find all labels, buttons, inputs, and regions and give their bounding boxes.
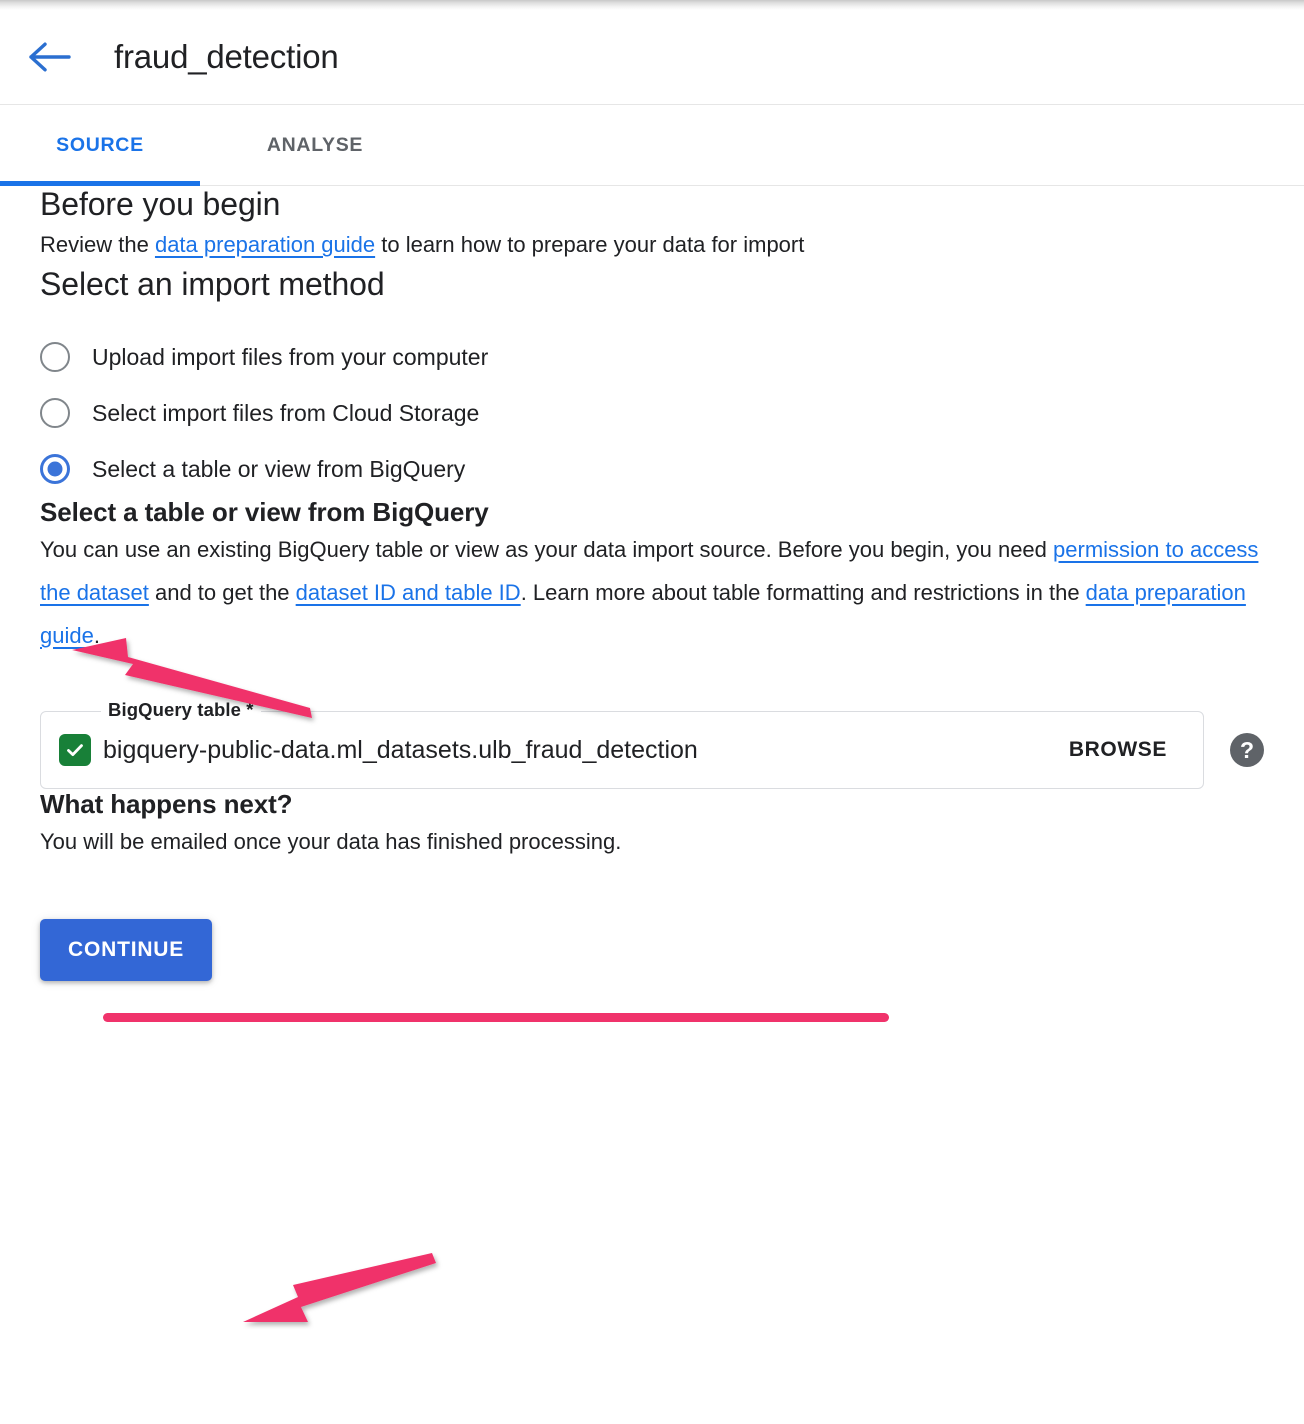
radio-label-bigquery-table: Select a table or view from BigQuery [92,455,466,482]
import-method-radio-group: Upload import files from your computer S… [40,329,1264,497]
dataset-id-and-table-id-link[interactable]: dataset ID and table ID [296,580,521,605]
help-icon[interactable]: ? [1230,733,1264,767]
bigquery-table-field-row: BigQuery table * BROWSE ? [40,699,1264,789]
check-icon [59,734,91,766]
bq-para-4: . [93,623,100,648]
radio-label-upload-from-computer: Upload import files from your computer [92,343,489,370]
tab-bar: SOURCE ANALYSE [0,104,1304,186]
bq-para-1: You can use an existing BigQuery table o… [40,537,1054,562]
review-text-prefix: Review the [40,232,155,257]
help-icon-glyph: ? [1239,736,1255,763]
back-arrow-icon[interactable] [24,31,76,83]
radio-indicator-unchecked-icon [40,342,70,372]
radio-indicator-checked-icon [40,454,70,484]
radio-upload-from-computer[interactable]: Upload import files from your computer [40,329,1264,385]
tab-source[interactable]: SOURCE [0,105,200,186]
radio-bigquery-table[interactable]: Select a table or view from BigQuery [40,441,1264,497]
what-happens-next-heading: What happens next? [40,789,293,819]
source-tab-panel: Before you begin Review the data prepara… [0,186,1304,981]
window-top-edge-shadow [0,0,1304,10]
page-title: fraud_detection [114,38,339,75]
annotation-underline-table-id [103,1013,889,1022]
bigquery-table-input[interactable] [103,735,1059,765]
tab-source-label: SOURCE [56,133,144,156]
review-text-suffix: to learn how to prepare your data for im… [375,232,805,257]
radio-label-cloud-storage: Select import files from Cloud Storage [92,399,480,426]
import-method-heading: Select an import method [40,266,385,302]
data-preparation-guide-link-1[interactable]: data preparation guide [155,232,375,257]
bq-para-3: . Learn more about table formatting and … [520,580,1086,605]
annotation-arrow-continue [243,1253,436,1322]
radio-cloud-storage[interactable]: Select import files from Cloud Storage [40,385,1264,441]
bigquery-section-heading: Select a table or view from BigQuery [40,497,489,527]
bq-para-2: and to get the [148,580,296,605]
tab-analyse[interactable]: ANALYSE [200,105,430,185]
radio-indicator-unchecked-icon [40,398,70,428]
bigquery-table-field-label: BigQuery table * [101,699,261,721]
app-header: fraud_detection [0,10,1304,104]
bigquery-section-description: You can use an existing BigQuery table o… [40,528,1264,657]
continue-button[interactable]: CONTINUE [40,919,213,981]
browse-button[interactable]: BROWSE [1059,730,1177,770]
what-happens-next-text: You will be emailed once your data has f… [40,829,622,854]
before-you-begin-text: Review the data preparation guide to lea… [40,223,1264,266]
tab-analyse-label: ANALYSE [266,133,364,156]
before-you-begin-heading: Before you begin [40,186,281,222]
bigquery-table-field[interactable]: BigQuery table * BROWSE [40,699,1204,789]
